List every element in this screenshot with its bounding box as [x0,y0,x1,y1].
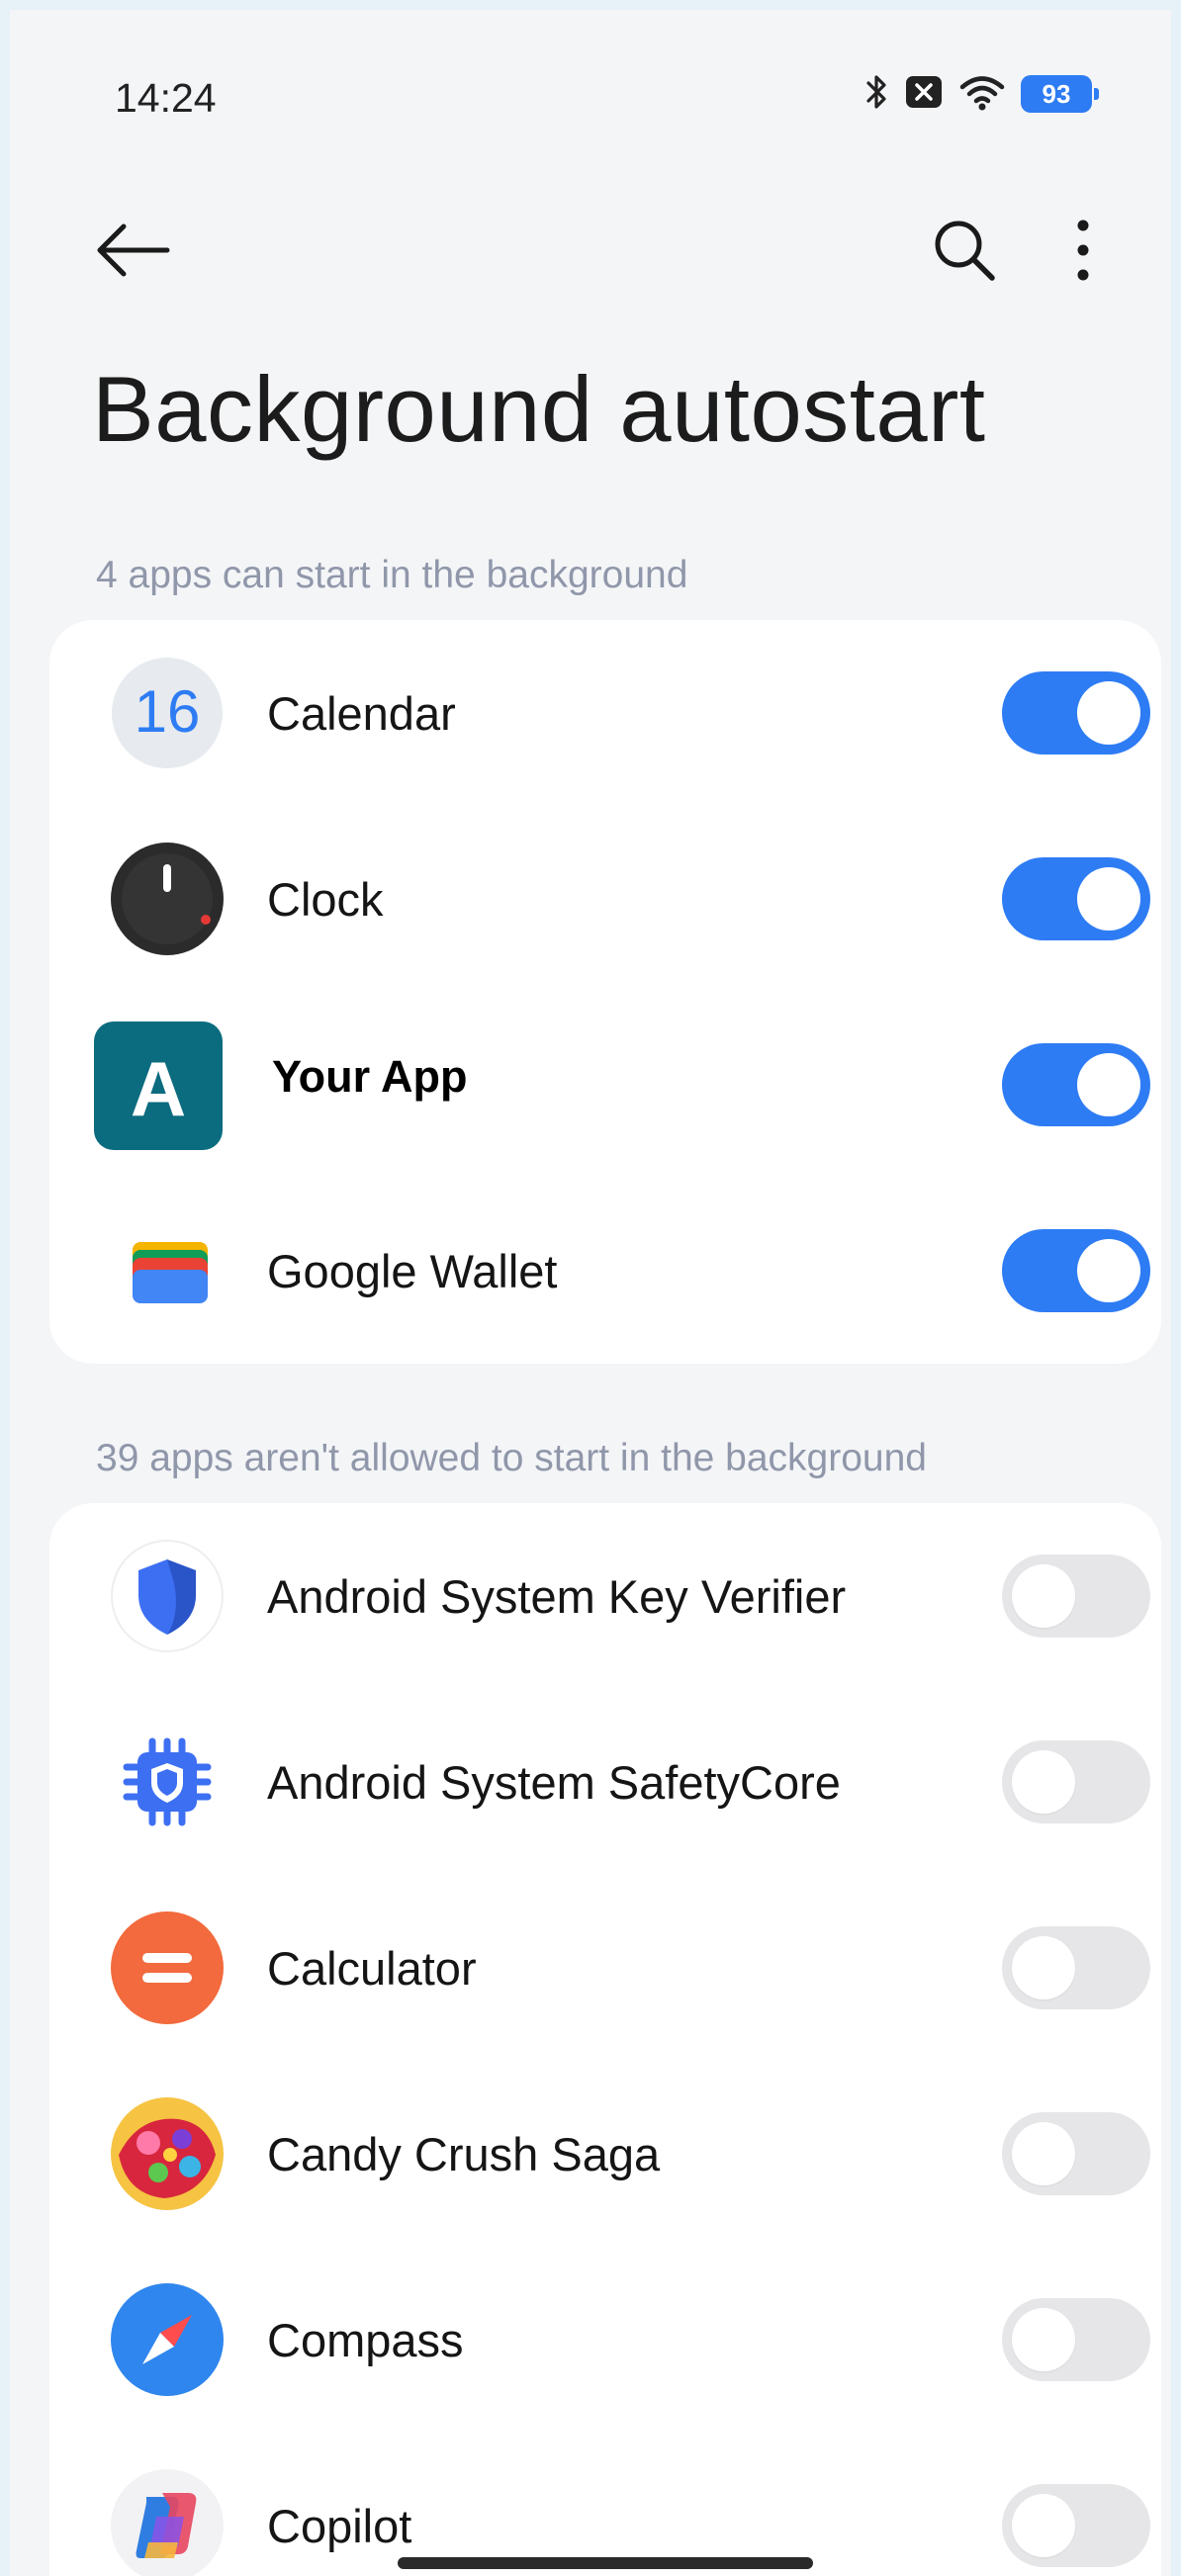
clock-icon [106,838,228,960]
autostart-toggle[interactable] [1002,1043,1150,1126]
app-row-google-wallet[interactable]: Google Wallet [49,1178,1161,1364]
allowed-apps-card: 16 Calendar Clock A Your App Google Wall… [49,620,1161,1364]
autostart-toggle[interactable] [1002,2298,1150,2381]
home-indicator[interactable] [398,2557,813,2569]
arrow-left-icon [94,222,173,283]
app-row-clock[interactable]: Clock [49,806,1161,992]
toggle-knob [1012,1936,1075,1999]
copilot-icon [106,2464,228,2576]
app-name: Candy Crush Saga [267,2127,661,2180]
app-name: Copilot [267,2499,412,2552]
page-title: Background autostart [92,357,986,461]
autostart-toggle[interactable] [1002,2484,1150,2567]
autostart-toggle[interactable] [1002,1926,1150,2009]
your-app-icon: A [94,1022,223,1150]
app-name: Clock [267,872,384,926]
status-icons: 93 [864,69,1099,119]
compass-icon [106,2278,228,2401]
app-row-candy-crush[interactable]: Candy Crush Saga [49,2061,1161,2247]
more-options-button[interactable] [1039,213,1128,292]
app-row-your-app[interactable]: A Your App [49,992,1161,1178]
app-name: Android System Key Verifier [267,1569,847,1623]
app-row-safetycore[interactable]: Android System SafetyCore [49,1689,1161,1875]
toggle-knob [1077,681,1140,745]
autostart-toggle[interactable] [1002,2112,1150,2195]
search-icon [930,216,999,290]
toggle-knob [1077,1053,1140,1116]
app-name: Calculator [267,1941,477,1995]
app-name: Google Wallet [267,1244,558,1297]
app-row-calendar[interactable]: 16 Calendar [49,620,1161,806]
calendar-icon: 16 [106,652,228,774]
candy-crush-icon [106,2092,228,2215]
battery-level: 93 [1042,78,1071,109]
toggle-knob [1012,2494,1075,2557]
no-sim-icon [904,74,944,115]
settings-screen: 14:24 93 Background autostart 4 apps can… [10,10,1171,2576]
battery-indicator: 93 [1021,75,1099,113]
status-time: 14:24 [115,75,217,121]
app-name: Compass [267,2313,464,2366]
wifi-icon [957,72,1007,117]
autostart-toggle[interactable] [1002,1229,1150,1312]
toggle-knob [1012,2308,1075,2371]
toggle-knob [1077,867,1140,931]
disallowed-apps-card: Android System Key Verifier Android Syst… [49,1503,1161,2576]
calculator-icon [106,1907,228,2029]
app-name: Your App [272,1051,468,1102]
status-bar: 14:24 93 [10,10,1171,129]
app-name: Android System SafetyCore [267,1755,841,1809]
your-app-icon-letter: A [131,1045,186,1132]
chip-shield-icon [106,1721,228,1843]
back-button[interactable] [89,213,178,292]
app-row-copilot[interactable]: Copilot [49,2433,1161,2576]
toggle-knob [1077,1239,1140,1302]
more-vert-icon [1073,218,1093,288]
disallowed-section-label: 39 apps aren't allowed to start in the b… [96,1437,927,1479]
bluetooth-icon [864,72,890,117]
calendar-icon-date: 16 [135,678,201,745]
allowed-section-label: 4 apps can start in the background [96,554,688,596]
autostart-toggle[interactable] [1002,857,1150,940]
app-name: Calendar [267,686,456,740]
search-button[interactable] [920,213,1009,292]
app-row-compass[interactable]: Compass [49,2247,1161,2433]
app-row-calculator[interactable]: Calculator [49,1875,1161,2061]
autostart-toggle[interactable] [1002,1740,1150,1823]
toggle-knob [1012,1750,1075,1814]
autostart-toggle[interactable] [1002,1554,1150,1638]
app-row-key-verifier[interactable]: Android System Key Verifier [49,1503,1161,1689]
shield-icon [106,1535,228,1657]
toggle-knob [1012,2122,1075,2185]
autostart-toggle[interactable] [1002,671,1150,755]
toggle-knob [1012,1564,1075,1628]
google-wallet-icon [106,1209,228,1332]
